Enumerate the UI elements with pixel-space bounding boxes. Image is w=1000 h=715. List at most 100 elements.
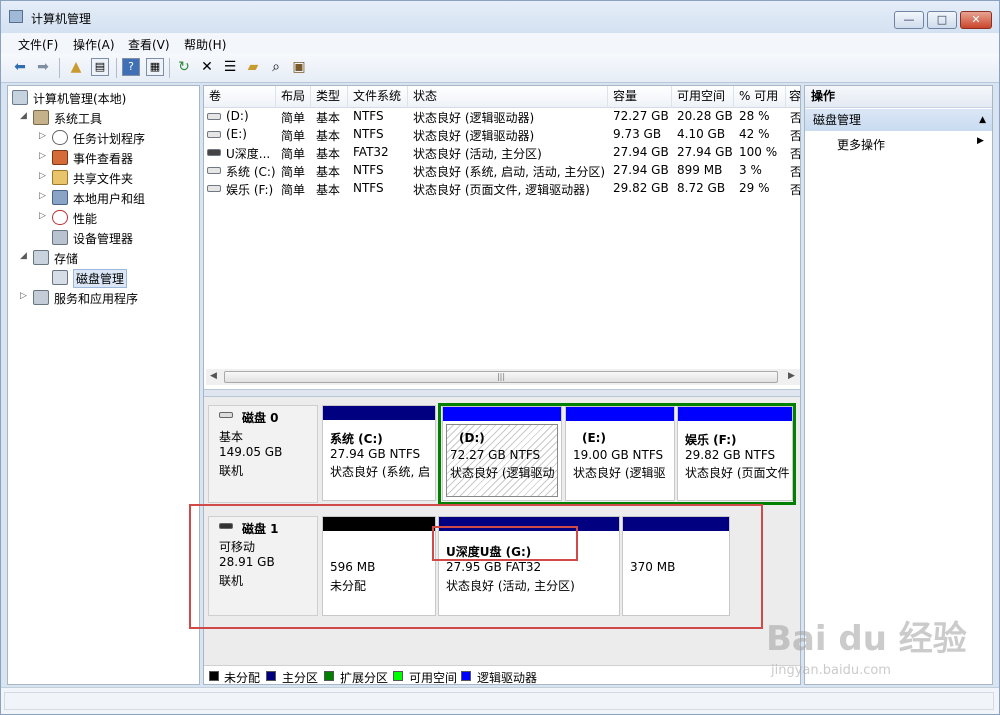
cell-type: 基本 — [316, 111, 341, 125]
forward-arrow-icon[interactable]: ➡ — [34, 58, 52, 76]
cell-free-space: 8.72 GB — [677, 181, 726, 195]
partition-size: 29.82 GB NTFS — [685, 448, 776, 462]
tree-label: 任务计划程序 — [73, 132, 146, 146]
delete-icon[interactable]: ✕ — [198, 58, 216, 76]
column-header[interactable]: % 可用 — [734, 86, 786, 108]
cell-capacity: 72.27 GB — [613, 109, 669, 123]
legend-label: 主分区 — [282, 671, 319, 685]
legend: 未分配 主分区 扩展分区 可用空间 逻辑驱动器 — [204, 665, 800, 685]
storage-icon — [33, 250, 49, 265]
collapsed-arrow-icon[interactable]: ▷ — [39, 151, 49, 161]
collapsed-arrow-icon[interactable]: ▷ — [39, 131, 49, 141]
menu-file[interactable]: 文件(F) — [18, 36, 58, 53]
cell-capacity: 9.73 GB — [613, 127, 662, 141]
menu-action[interactable]: 操作(A) — [73, 36, 115, 53]
tree-label: 事件查看器 — [73, 152, 134, 166]
toolbar-separator — [59, 58, 60, 78]
toolbar-separator — [116, 58, 117, 78]
partition-title: (E:) — [582, 431, 606, 445]
export-icon[interactable]: ▣ — [290, 58, 308, 76]
title-bar: 计算机管理 — □ ✕ — [1, 1, 999, 33]
column-header[interactable]: 卷 — [204, 86, 276, 108]
collapsed-arrow-icon[interactable]: ▷ — [39, 171, 49, 181]
refresh-icon[interactable]: ↻ — [175, 58, 193, 76]
show-tree-icon[interactable]: ▤ — [91, 58, 109, 76]
drive-icon — [207, 131, 221, 138]
column-header[interactable]: 类型 — [311, 86, 348, 108]
cell-layout: 简单 — [281, 165, 306, 179]
legend-label: 逻辑驱动器 — [477, 671, 538, 685]
computer-icon — [12, 90, 28, 105]
volume-row[interactable]: 娱乐 (F:) 简单 基本 NTFS 状态良好 (页面文件, 逻辑驱动器) 29… — [204, 180, 801, 198]
users-icon — [52, 190, 68, 205]
column-header[interactable]: 容 — [786, 86, 800, 108]
cell-volume: (E:) — [226, 127, 247, 141]
maximize-button[interactable]: □ — [927, 11, 957, 29]
partition-d[interactable]: (D:) 72.27 GB NTFS 状态良好 (逻辑驱动 — [442, 406, 562, 501]
expanded-arrow-icon[interactable]: ◢ — [20, 111, 30, 121]
more-actions-item[interactable]: 更多操作 — [837, 136, 885, 153]
scroll-left-icon[interactable]: ◀ — [210, 371, 217, 381]
menu-help[interactable]: 帮助(H) — [184, 36, 226, 53]
collapsed-arrow-icon[interactable]: ▷ — [39, 211, 49, 221]
partition-f[interactable]: 娱乐 (F:) 29.82 GB NTFS 状态良好 (页面文件 — [677, 406, 793, 501]
collapsed-arrow-icon[interactable]: ▷ — [20, 291, 30, 301]
tree-label: 服务和应用程序 — [54, 292, 139, 306]
column-header[interactable]: 容量 — [608, 86, 672, 108]
partition-c[interactable]: 系统 (C:) 27.94 GB NTFS 状态良好 (系统, 启 — [322, 405, 436, 501]
partition-e[interactable]: (E:) 19.00 GB NTFS 状态良好 (逻辑驱 — [565, 406, 675, 501]
open-icon[interactable]: ▰ — [244, 58, 262, 76]
partition-status: 状态良好 (系统, 启 — [330, 465, 431, 479]
cell-fault-tolerance: 否 — [790, 183, 801, 197]
cell-volume: 系统 (C:) — [226, 165, 276, 179]
cell-fault-tolerance: 否 — [790, 165, 801, 179]
drive-icon — [207, 113, 221, 120]
console-icon[interactable]: ▦ — [146, 58, 164, 76]
partition-size: 27.94 GB NTFS — [330, 447, 421, 461]
horizontal-scrollbar[interactable]: ◀ ||| ▶ — [206, 369, 800, 385]
minimize-button[interactable]: — — [894, 11, 924, 29]
actions-header: 操作 — [805, 86, 992, 108]
volume-row[interactable]: (E:) 简单 基本 NTFS 状态良好 (逻辑驱动器) 9.73 GB 4.1… — [204, 126, 800, 144]
cell-type: 基本 — [316, 129, 341, 143]
column-header[interactable]: 可用空间 — [672, 86, 734, 108]
volume-row[interactable]: 系统 (C:) 简单 基本 NTFS 状态良好 (系统, 启动, 活动, 主分区… — [204, 162, 801, 180]
actions-section-label: 磁盘管理 — [813, 113, 862, 127]
tree-label: 性能 — [73, 212, 98, 226]
column-header[interactable]: 状态 — [408, 86, 608, 108]
column-header[interactable]: 布局 — [276, 86, 311, 108]
actions-section-disk-management[interactable]: 磁盘管理 ▲ — [805, 109, 992, 131]
scroll-right-icon[interactable]: ▶ — [788, 371, 795, 381]
back-arrow-icon[interactable]: ⬅ — [11, 58, 29, 76]
expanded-arrow-icon[interactable]: ◢ — [20, 251, 30, 261]
close-button[interactable]: ✕ — [960, 11, 992, 29]
up-folder-icon[interactable]: ▲ — [67, 58, 85, 76]
collapse-caret-icon[interactable]: ▲ — [979, 109, 986, 131]
cell-status: 状态良好 (系统, 启动, 活动, 主分区) — [413, 165, 606, 179]
toolbar: ⬅ ➡ ▲ ▤ ? ▦ ↻ ✕ ☰ ▰ ⌕ ▣ — [1, 53, 999, 83]
cell-layout: 简单 — [281, 183, 306, 197]
submenu-arrow-icon[interactable]: ▶ — [977, 136, 984, 146]
cell-type: 基本 — [316, 147, 341, 161]
partition-title: (D:) — [459, 431, 485, 445]
pane-splitter[interactable] — [204, 389, 800, 397]
status-field — [4, 692, 994, 710]
volume-row[interactable]: U深度... 简单 基本 FAT32 状态良好 (活动, 主分区) 27.94 … — [204, 144, 800, 162]
collapsed-arrow-icon[interactable]: ▷ — [39, 191, 49, 201]
watermark-logo-text: Bai du 经验 — [766, 619, 967, 659]
properties-icon[interactable]: ☰ — [221, 58, 239, 76]
disk0-label[interactable]: 磁盘 0 基本 149.05 GB 联机 — [208, 405, 318, 503]
partition-title: 娱乐 (F:) — [685, 433, 737, 447]
cell-volume: U深度... — [226, 147, 271, 161]
event-viewer-icon — [52, 150, 68, 165]
legend-swatch — [266, 671, 276, 681]
menu-view[interactable]: 查看(V) — [128, 36, 170, 53]
scrollbar-thumb[interactable]: ||| — [224, 371, 778, 383]
volume-row[interactable]: (D:) 简单 基本 NTFS 状态良好 (逻辑驱动器) 72.27 GB 20… — [204, 108, 800, 126]
search-icon[interactable]: ⌕ — [267, 58, 285, 76]
disk-size: 149.05 GB — [219, 445, 283, 459]
window-title: 计算机管理 — [31, 12, 92, 26]
logical-drive-bar — [678, 407, 792, 421]
column-header[interactable]: 文件系统 — [348, 86, 408, 108]
help-icon[interactable]: ? — [122, 58, 140, 76]
